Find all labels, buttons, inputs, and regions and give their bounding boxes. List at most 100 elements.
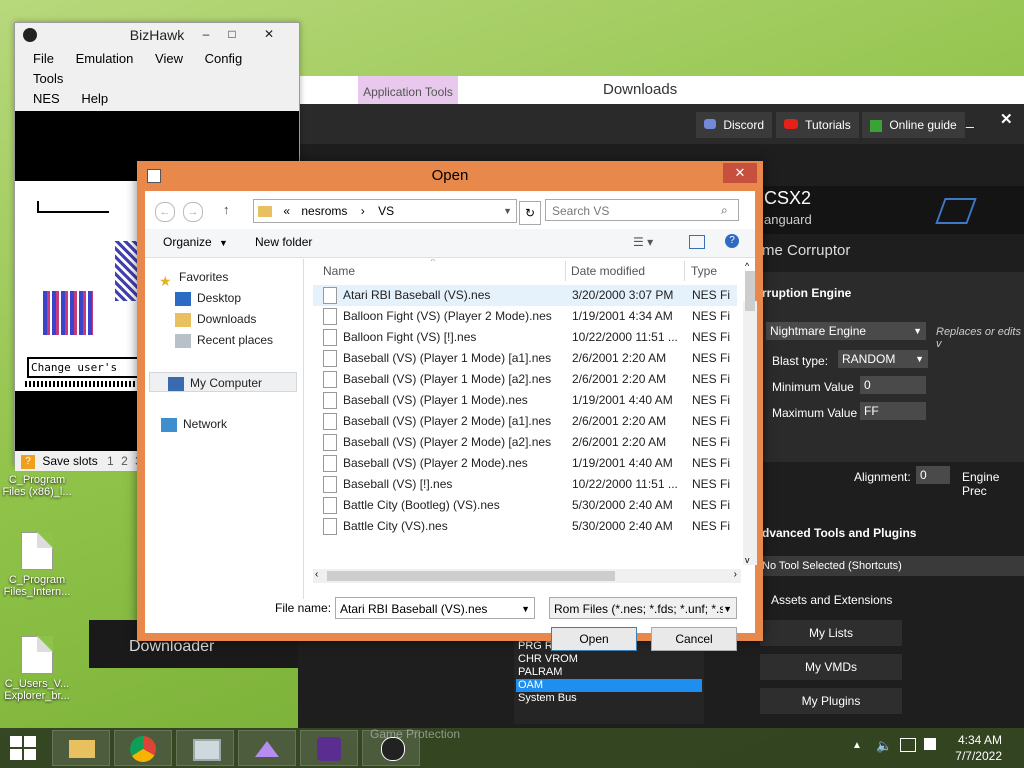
close-button[interactable]: ✕ xyxy=(1000,110,1013,128)
file-row[interactable]: Balloon Fight (VS) (Player 2 Mode).nes 1/… xyxy=(313,306,737,327)
slot-2[interactable]: 2 xyxy=(121,454,128,468)
new-folder-button[interactable]: New folder xyxy=(255,235,312,249)
taskbar-bizhawk-monitor[interactable] xyxy=(176,730,234,766)
nav-recent-places[interactable]: Recent places xyxy=(175,330,273,350)
online-guide-button[interactable]: Online guide xyxy=(862,112,965,138)
network-status-icon[interactable] xyxy=(900,738,916,752)
show-hidden-icons-icon[interactable]: ▲ xyxy=(852,740,862,751)
desktop-icon-program-files-internet[interactable]: C_Program Files_Intern... xyxy=(2,532,72,598)
horizontal-scrollbar[interactable]: ‹ › xyxy=(313,569,741,583)
window-title: BizHawk xyxy=(129,27,185,43)
breadcrumb-nesroms[interactable]: nesroms xyxy=(301,204,347,218)
organize-button[interactable]: Organize ▼ xyxy=(163,235,228,249)
taskbar-vanguard[interactable] xyxy=(300,730,358,766)
tutorials-button[interactable]: Tutorials xyxy=(776,112,859,138)
forward-icon[interactable]: → xyxy=(183,202,203,222)
system-clock[interactable]: 4:34 AM 7/7/2022 xyxy=(955,732,1002,764)
chevron-down-icon[interactable]: ▼ xyxy=(503,200,512,222)
chevron-down-icon[interactable]: v xyxy=(745,555,750,565)
file-row[interactable]: Baseball (VS) (Player 2 Mode) [a2].nes 2/… xyxy=(313,432,737,453)
list-item[interactable]: System Bus xyxy=(518,692,577,704)
list-item[interactable]: CHR VROM xyxy=(518,653,578,665)
open-button[interactable]: Open xyxy=(551,627,637,651)
file-row[interactable]: Baseball (VS) (Player 2 Mode).nes 1/19/20… xyxy=(313,453,737,474)
view-icon[interactable]: ☰ ▾ xyxy=(633,235,653,249)
nav-favorites[interactable]: ★ Favorites xyxy=(159,267,228,289)
file-date: 2/6/2001 2:20 AM xyxy=(572,372,667,386)
chevron-right-icon[interactable]: › xyxy=(734,569,737,580)
file-row[interactable]: Baseball (VS) (Player 1 Mode).nes 1/19/20… xyxy=(313,390,737,411)
file-row[interactable]: Battle City (Bootleg) (VS).nes 5/30/2000 … xyxy=(313,495,737,516)
start-button[interactable] xyxy=(10,736,36,760)
cancel-button[interactable]: Cancel xyxy=(651,627,737,651)
preview-pane-icon[interactable] xyxy=(689,235,705,249)
tool-select[interactable]: No Tool Selected (Shortcuts) xyxy=(762,556,1024,576)
discord-button[interactable]: Discord xyxy=(696,112,773,138)
menu-tools[interactable]: Tools xyxy=(33,71,63,86)
engine-select[interactable]: Nightmare Engine ▼ xyxy=(766,322,926,340)
minimum-value-input[interactable]: 0 xyxy=(860,376,926,394)
my-vmds-button[interactable]: My VMDs xyxy=(760,654,902,680)
column-type[interactable]: Type xyxy=(691,259,717,283)
list-item-selected[interactable]: OAM xyxy=(516,679,702,692)
taskbar-file-explorer[interactable] xyxy=(52,730,110,766)
desktop-icon-program-files-x86[interactable]: C_Program Files (x86)_l... xyxy=(2,474,72,498)
up-icon[interactable]: ↑ xyxy=(223,202,230,217)
search-input[interactable]: Search VS xyxy=(545,199,739,221)
column-date[interactable]: Date modified xyxy=(571,259,645,283)
chevron-down-icon[interactable]: ▼ xyxy=(521,598,530,620)
chevron-left-icon[interactable]: ‹ xyxy=(315,569,318,580)
file-name: Baseball (VS) (Player 2 Mode) [a2].nes xyxy=(343,435,552,450)
scroll-thumb[interactable] xyxy=(327,571,615,581)
my-lists-button[interactable]: My Lists xyxy=(760,620,902,646)
help-icon[interactable]: ? xyxy=(725,234,739,248)
minimize-button[interactable]: _ xyxy=(966,112,974,128)
filetype-select[interactable]: Rom Files (*.nes; *.fds; *.unf; *.s ▼ xyxy=(549,597,737,619)
taskbar-chrome[interactable] xyxy=(114,730,172,766)
tab-application-tools[interactable]: Application Tools xyxy=(358,76,458,104)
chevron-up-icon[interactable]: ^ xyxy=(745,261,749,271)
file-row[interactable]: Baseball (VS) (Player 1 Mode) [a1].nes 2/… xyxy=(313,348,737,369)
desktop-icon-users-explorer[interactable]: C_Users_V... Explorer_br... xyxy=(2,636,72,702)
menu-config[interactable]: Config xyxy=(205,51,243,66)
column-name[interactable]: Name xyxy=(323,259,355,283)
breadcrumb-vs[interactable]: VS xyxy=(378,204,394,218)
menu-file[interactable]: File xyxy=(33,51,54,66)
game-protection-label: Game Protection xyxy=(370,727,461,741)
engine-section-title: rruption Engine xyxy=(762,286,852,300)
file-row[interactable]: Baseball (VS) (Player 1 Mode) [a2].nes 2/… xyxy=(313,369,737,390)
back-icon[interactable]: ← xyxy=(155,202,175,222)
nav-desktop[interactable]: Desktop xyxy=(175,288,241,308)
nav-downloads[interactable]: Downloads xyxy=(175,309,256,329)
action-center-icon[interactable] xyxy=(924,738,936,750)
blast-type-select[interactable]: RANDOM ▼ xyxy=(838,350,928,368)
slot-1[interactable]: 1 xyxy=(107,454,114,468)
taskbar-rtc[interactable] xyxy=(238,730,296,766)
menu-nes[interactable]: NES xyxy=(33,91,60,106)
brand-area: CSX2 anguard xyxy=(762,186,1024,234)
menu-emulation[interactable]: Emulation xyxy=(76,51,134,66)
close-button[interactable]: ✕ xyxy=(249,25,289,43)
scroll-thumb[interactable] xyxy=(745,271,755,311)
list-item[interactable]: PALRAM xyxy=(518,666,562,678)
menu-view[interactable]: View xyxy=(155,51,183,66)
nav-my-computer[interactable]: My Computer xyxy=(149,372,297,392)
file-row[interactable]: Atari RBI Baseball (VS).nes 3/20/2000 3:0… xyxy=(313,285,737,306)
alignment-input[interactable]: 0 xyxy=(916,466,950,484)
maximum-value-input[interactable]: FF xyxy=(860,402,926,420)
file-row[interactable]: Baseball (VS) (Player 2 Mode) [a1].nes 2/… xyxy=(313,411,737,432)
my-plugins-button[interactable]: My Plugins xyxy=(760,688,902,714)
minimize-button[interactable]: – xyxy=(193,25,219,43)
file-row[interactable]: Baseball (VS) [!].nes 10/22/2000 11:51 ..… xyxy=(313,474,737,495)
vertical-scrollbar[interactable]: ^ v xyxy=(743,261,757,565)
menu-help[interactable]: Help xyxy=(81,91,108,106)
nav-network[interactable]: Network xyxy=(161,414,227,434)
close-button[interactable]: ✕ xyxy=(723,163,757,183)
file-row[interactable]: Battle City (VS).nes 5/30/2000 2:40 AM NES… xyxy=(313,516,737,537)
filename-input[interactable]: Atari RBI Baseball (VS).nes ▼ xyxy=(335,597,535,619)
file-row[interactable]: Balloon Fight (VS) [!].nes 10/22/2000 11:… xyxy=(313,327,737,348)
address-bar[interactable]: « nesroms › VS ▼ xyxy=(253,199,517,223)
volume-muted-icon[interactable]: 🔈 xyxy=(876,738,892,754)
refresh-icon[interactable]: ↻ xyxy=(519,201,541,225)
maximize-button[interactable]: □ xyxy=(219,25,245,43)
